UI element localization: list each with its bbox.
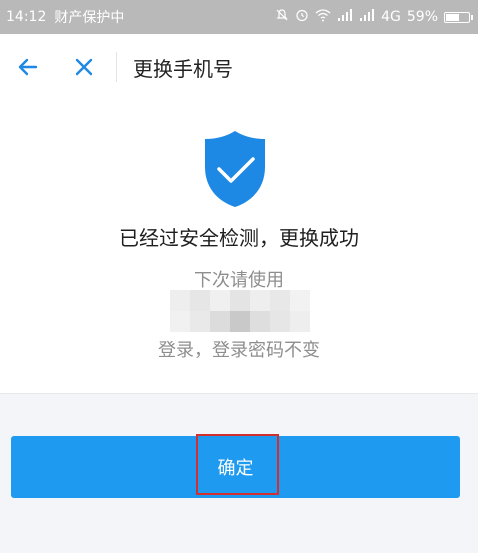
back-button[interactable] — [6, 45, 50, 89]
battery-icon — [444, 11, 473, 23]
status-network: 4G — [381, 9, 401, 25]
confirm-button[interactable]: 确定 — [11, 436, 460, 498]
status-time: 14:12 — [6, 9, 47, 25]
status-right: 4G 59% — [275, 8, 473, 26]
shield-check-icon — [205, 131, 265, 207]
close-button[interactable] — [62, 45, 106, 89]
nav-bar: 更换手机号 — [0, 34, 478, 101]
status-left: 14:12 财产保护中 — [6, 7, 124, 27]
wifi-icon — [315, 8, 331, 26]
nav-divider — [116, 52, 117, 82]
confirm-button-label: 确定 — [217, 458, 254, 479]
login-password-note: 登录，登录密码不变 — [158, 340, 320, 361]
success-headline: 已经过安全检测，更换成功 — [119, 226, 359, 250]
status-battery-percent: 59% — [406, 9, 438, 25]
result-panel: 已经过安全检测，更换成功 下次请使用 登录，登录密码不变 — [0, 100, 478, 394]
arrow-left-icon — [18, 58, 38, 76]
status-carrier-label: 财产保护中 — [54, 10, 125, 26]
status-bar: 14:12 财产保护中 4G 59% — [0, 0, 478, 34]
page-title: 更换手机号 — [133, 56, 233, 81]
close-icon — [75, 58, 93, 76]
alarm-icon — [295, 8, 309, 26]
signal-icon — [359, 9, 375, 25]
masked-phone-number — [170, 290, 310, 332]
signal-icon — [337, 9, 353, 25]
mute-icon — [275, 8, 289, 26]
next-login-hint: 下次请使用 — [194, 270, 284, 291]
